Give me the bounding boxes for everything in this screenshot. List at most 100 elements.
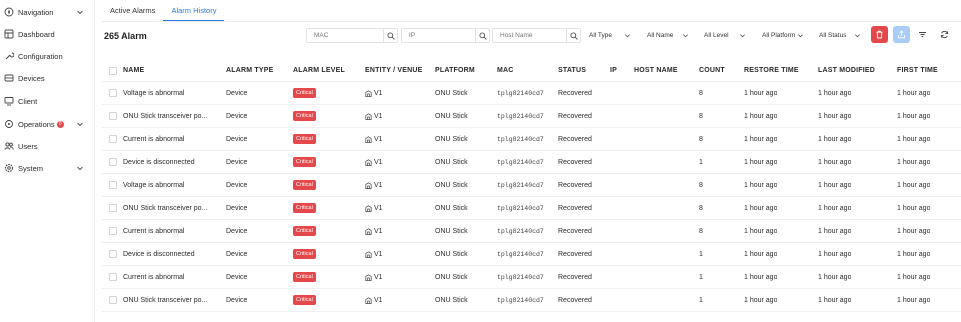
cell-last-modified: 1 hour ago <box>818 228 852 235</box>
row-checkbox[interactable] <box>109 250 117 258</box>
cell-alarm-type: Device <box>226 90 248 97</box>
sidebar-item-client[interactable]: Client <box>4 93 90 109</box>
cell-platform: ONU Stick <box>435 159 468 166</box>
table-row[interactable]: Voltage is abnormal Device Critical V1 ONU S… <box>102 174 961 197</box>
table-row[interactable]: Device is disconnected Device Critical V1 ON… <box>102 151 961 174</box>
cell-platform: ONU Stick <box>435 90 468 97</box>
venue-label: V1 <box>374 136 383 143</box>
cell-alarm-type: Device <box>226 113 248 120</box>
sidebar-item-navigation[interactable]: Navigation <box>4 4 90 20</box>
gear-icon <box>4 163 14 173</box>
chevron-down-icon <box>77 10 83 15</box>
column-header-platform[interactable]: PLATFORM <box>435 60 475 82</box>
cell-platform: ONU Stick <box>435 274 468 281</box>
column-header-alarm-level[interactable]: ALARM LEVEL <box>293 60 345 82</box>
host-search-input[interactable] <box>493 29 566 42</box>
row-checkbox[interactable] <box>109 89 117 97</box>
row-checkbox[interactable] <box>109 158 117 166</box>
sidebar-item-label: Operations <box>18 119 55 129</box>
row-checkbox[interactable] <box>109 204 117 212</box>
cell-restore-time: 1 hour ago <box>744 251 778 258</box>
sidebar-item-dashboard[interactable]: Dashboard <box>4 26 90 42</box>
status-filter-value: All Status <box>819 32 847 39</box>
cell-alarm-type: Device <box>226 205 248 212</box>
cell-last-modified: 1 hour ago <box>818 274 852 281</box>
column-header-mac[interactable]: MAC <box>497 60 514 82</box>
mac-search <box>306 28 398 43</box>
status-filter-select[interactable]: All Status <box>819 28 861 43</box>
sidebar-item-devices[interactable]: Devices <box>4 70 90 86</box>
cell-alarm-level: Critical <box>293 129 316 151</box>
type-filter-select[interactable]: All Type <box>589 28 631 43</box>
name-filter-select[interactable]: All Name <box>647 28 689 43</box>
column-header-ip[interactable]: IP <box>610 60 617 82</box>
row-checkbox[interactable] <box>109 135 117 143</box>
mac-search-button[interactable] <box>383 29 397 42</box>
row-checkbox[interactable] <box>109 181 117 189</box>
refresh-button[interactable] <box>936 26 953 43</box>
filter-button[interactable] <box>914 26 931 43</box>
cell-alarm-type: Device <box>226 136 248 143</box>
table-row[interactable]: Current is abnormal Device Critical V1 ONU S… <box>102 220 961 243</box>
cell-last-modified: 1 hour ago <box>818 113 852 120</box>
ip-search-input[interactable] <box>402 29 475 42</box>
venue-label: V1 <box>374 251 383 258</box>
table-row[interactable]: ONU Stick transceiver po... Device Critica… <box>102 105 961 128</box>
cell-platform: ONU Stick <box>435 297 468 304</box>
table-row[interactable]: ONU Stick transceiver po... Device Critica… <box>102 289 961 312</box>
tab-active-alarms[interactable]: Active Alarms <box>102 0 163 22</box>
cell-alarm-level: Critical <box>293 244 316 266</box>
level-filter-select[interactable]: All Level <box>704 28 746 43</box>
select-all-checkbox[interactable] <box>109 67 117 75</box>
name-filter-value: All Name <box>647 32 674 39</box>
cell-count: 1 <box>699 159 703 166</box>
column-header-count[interactable]: COUNT <box>699 60 725 82</box>
cell-mac: tplg82140cd7 <box>497 136 544 143</box>
venue-icon <box>365 113 372 120</box>
platform-filter-select[interactable]: All Platform <box>762 28 804 43</box>
export-button[interactable] <box>893 26 910 43</box>
row-checkbox[interactable] <box>109 227 117 235</box>
venue-label: V1 <box>374 90 383 97</box>
column-header-status[interactable]: STATUS <box>558 60 586 82</box>
cell-restore-time: 1 hour ago <box>744 205 778 212</box>
table-row[interactable]: Device is disconnected Device Critical V1 ON… <box>102 243 961 266</box>
host-search-button[interactable] <box>566 29 580 42</box>
tab-alarm-history[interactable]: Alarm History <box>163 0 225 22</box>
operations-icon <box>4 119 14 129</box>
column-header-last-modified[interactable]: LAST MODIFIED <box>818 60 875 82</box>
mac-search-input[interactable] <box>307 29 383 42</box>
row-checkbox[interactable] <box>109 112 117 120</box>
cell-name: Current is abnormal <box>123 136 185 143</box>
column-header-restore-time[interactable]: RESTORE TIME <box>744 60 799 82</box>
search-icon <box>569 31 578 40</box>
row-checkbox[interactable] <box>109 296 117 304</box>
chevron-down-icon <box>683 34 688 38</box>
sidebar-item-operations[interactable]: Operations 0 <box>4 116 90 132</box>
column-header-first-time[interactable]: FIRST TIME <box>897 60 938 82</box>
sidebar-item-configuration[interactable]: Configuration <box>4 48 90 64</box>
column-header-name[interactable]: NAME <box>123 60 144 82</box>
column-header-host-name[interactable]: HOST NAME <box>634 60 678 82</box>
column-header-entity-venue[interactable]: ENTITY / VENUE <box>365 60 423 82</box>
table-row[interactable]: ONU Stick transceiver po... Device Critica… <box>102 197 961 220</box>
row-checkbox[interactable] <box>109 273 117 281</box>
cell-status: Recovered <box>558 113 592 120</box>
cell-first-time: 1 hour ago <box>897 182 931 189</box>
column-header-alarm-type[interactable]: ALARM TYPE <box>226 60 274 82</box>
table-row[interactable]: Voltage is abnormal Device Critical V1 ONU S… <box>102 82 961 105</box>
cell-alarm-level: Critical <box>293 83 316 105</box>
cell-mac: tplg82140cd7 <box>497 228 544 235</box>
sidebar-item-users[interactable]: Users <box>4 138 90 154</box>
table-row[interactable]: Current is abnormal Device Critical V1 ONU S… <box>102 128 961 151</box>
sidebar-item-system[interactable]: System <box>4 160 90 176</box>
notification-badge: 0 <box>56 120 64 128</box>
table-row[interactable]: Current is abnormal Device Critical V1 ONU S… <box>102 266 961 289</box>
cell-venue: V1 <box>365 198 383 220</box>
wrench-icon <box>4 51 14 61</box>
critical-badge: Critical <box>293 249 316 260</box>
ip-search-button[interactable] <box>475 29 489 42</box>
delete-button[interactable] <box>871 26 888 43</box>
cell-alarm-type: Device <box>226 159 248 166</box>
cell-mac: tplg82140cd7 <box>497 113 544 120</box>
